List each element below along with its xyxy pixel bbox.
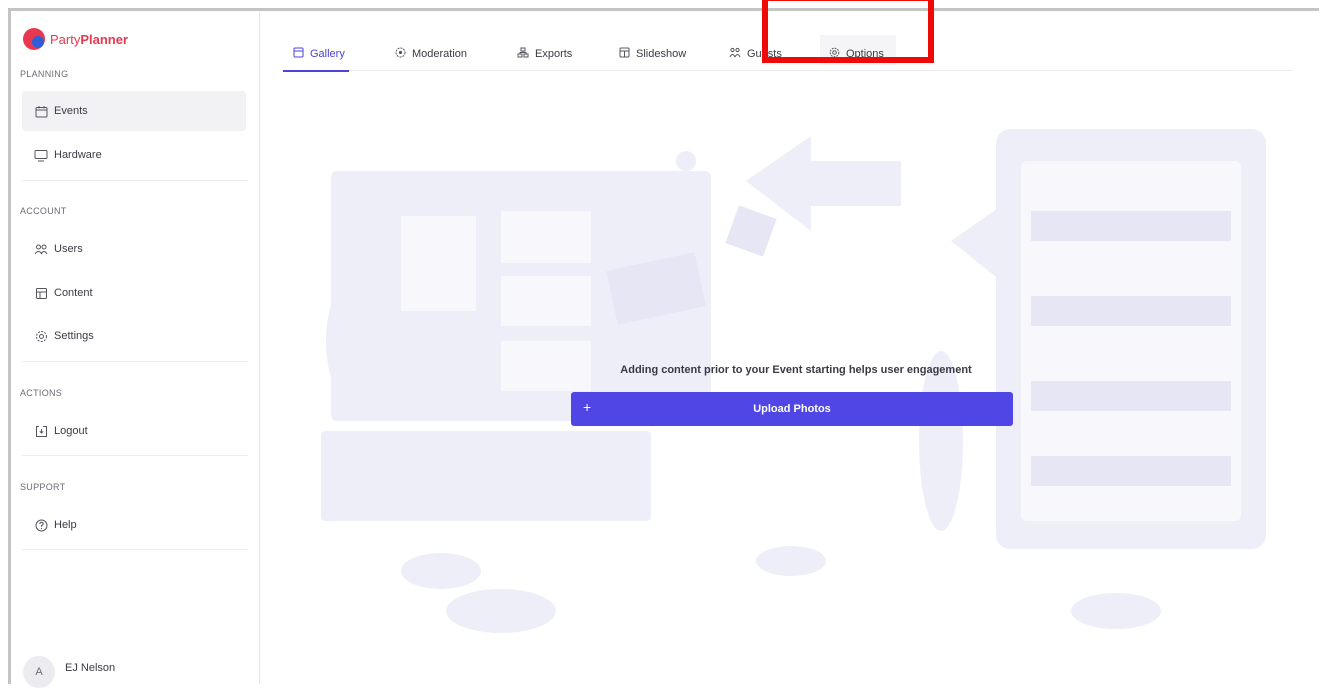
empty-gallery-illustration [321,129,1266,633]
active-tab-indicator [283,70,349,72]
plus-icon: + [583,399,592,415]
tab-label: Exports [535,48,573,60]
sidebar-divider [22,549,248,550]
monitor-icon [34,148,48,162]
section-label-support: SUPPORT [20,482,66,492]
tab-label: Moderation [412,48,468,60]
sidebar-divider [22,361,248,362]
section-label-actions: ACTIONS [20,388,63,398]
section-label-account: ACCOUNT [20,206,67,216]
users-icon [34,242,48,256]
moderation-icon [395,47,406,61]
sidebar-item-users[interactable]: Users [22,229,246,269]
slideshow-icon [619,47,630,61]
sidebar-item-label: Logout [54,425,88,437]
logout-icon [34,424,48,438]
user-info: EJ Nelson ​ [65,662,115,683]
tab-label: Gallery [310,48,345,60]
party-planner-logo-icon [23,28,45,50]
sidebar-item-label: Help [54,519,77,531]
sidebar-item-settings[interactable]: Settings [22,316,246,356]
calendar-icon [34,104,48,118]
gear-icon [34,329,48,343]
sidebar-item-label: Settings [54,330,94,342]
brand-name: PartyPlanner [50,31,129,47]
tab-moderation[interactable]: Moderation [395,43,467,65]
sidebar-divider [22,180,248,181]
app-frame: PartyPlanner PLANNING Events Hardware AC… [8,8,1319,688]
sidebar-divider [22,455,248,456]
tab-slideshow[interactable]: Slideshow [619,43,686,65]
sidebar-item-content[interactable]: Content [22,273,246,313]
options-tab-highlight-box [762,0,934,63]
sidebar-item-help[interactable]: Help [22,505,246,545]
upload-photos-button[interactable]: + Upload Photos [571,392,1013,426]
section-label-planning: PLANNING [20,69,69,79]
content-icon [34,286,48,300]
user-profile[interactable]: A EJ Nelson ​ [23,656,115,688]
guests-icon [729,47,741,61]
sidebar: PartyPlanner PLANNING Events Hardware AC… [11,11,260,688]
tab-gallery[interactable]: Gallery [293,43,345,65]
sidebar-item-hardware[interactable]: Hardware [22,135,246,175]
exports-icon [517,47,529,61]
tab-label: Slideshow [636,48,687,60]
sidebar-item-label: Hardware [54,149,102,161]
tab-exports[interactable]: Exports [517,43,572,65]
empty-state-message: Adding content prior to your Event start… [620,364,972,376]
main-content: Gallery Moderation Exports Slideshow Gue… [261,11,1319,684]
sidebar-item-label: Events [54,105,88,117]
user-email: ​ [65,674,115,683]
sidebar-item-label: Users [54,243,83,255]
user-name: EJ Nelson [65,661,116,674]
gallery-icon [293,47,304,61]
avatar: A [23,656,55,688]
sidebar-item-label: Content [54,287,93,299]
sidebar-item-logout[interactable]: Logout [22,411,246,451]
upload-photos-label: Upload Photos [753,403,831,415]
sidebar-item-events[interactable]: Events [22,91,246,131]
brand-logo[interactable]: PartyPlanner [23,28,128,50]
help-icon [34,518,48,532]
